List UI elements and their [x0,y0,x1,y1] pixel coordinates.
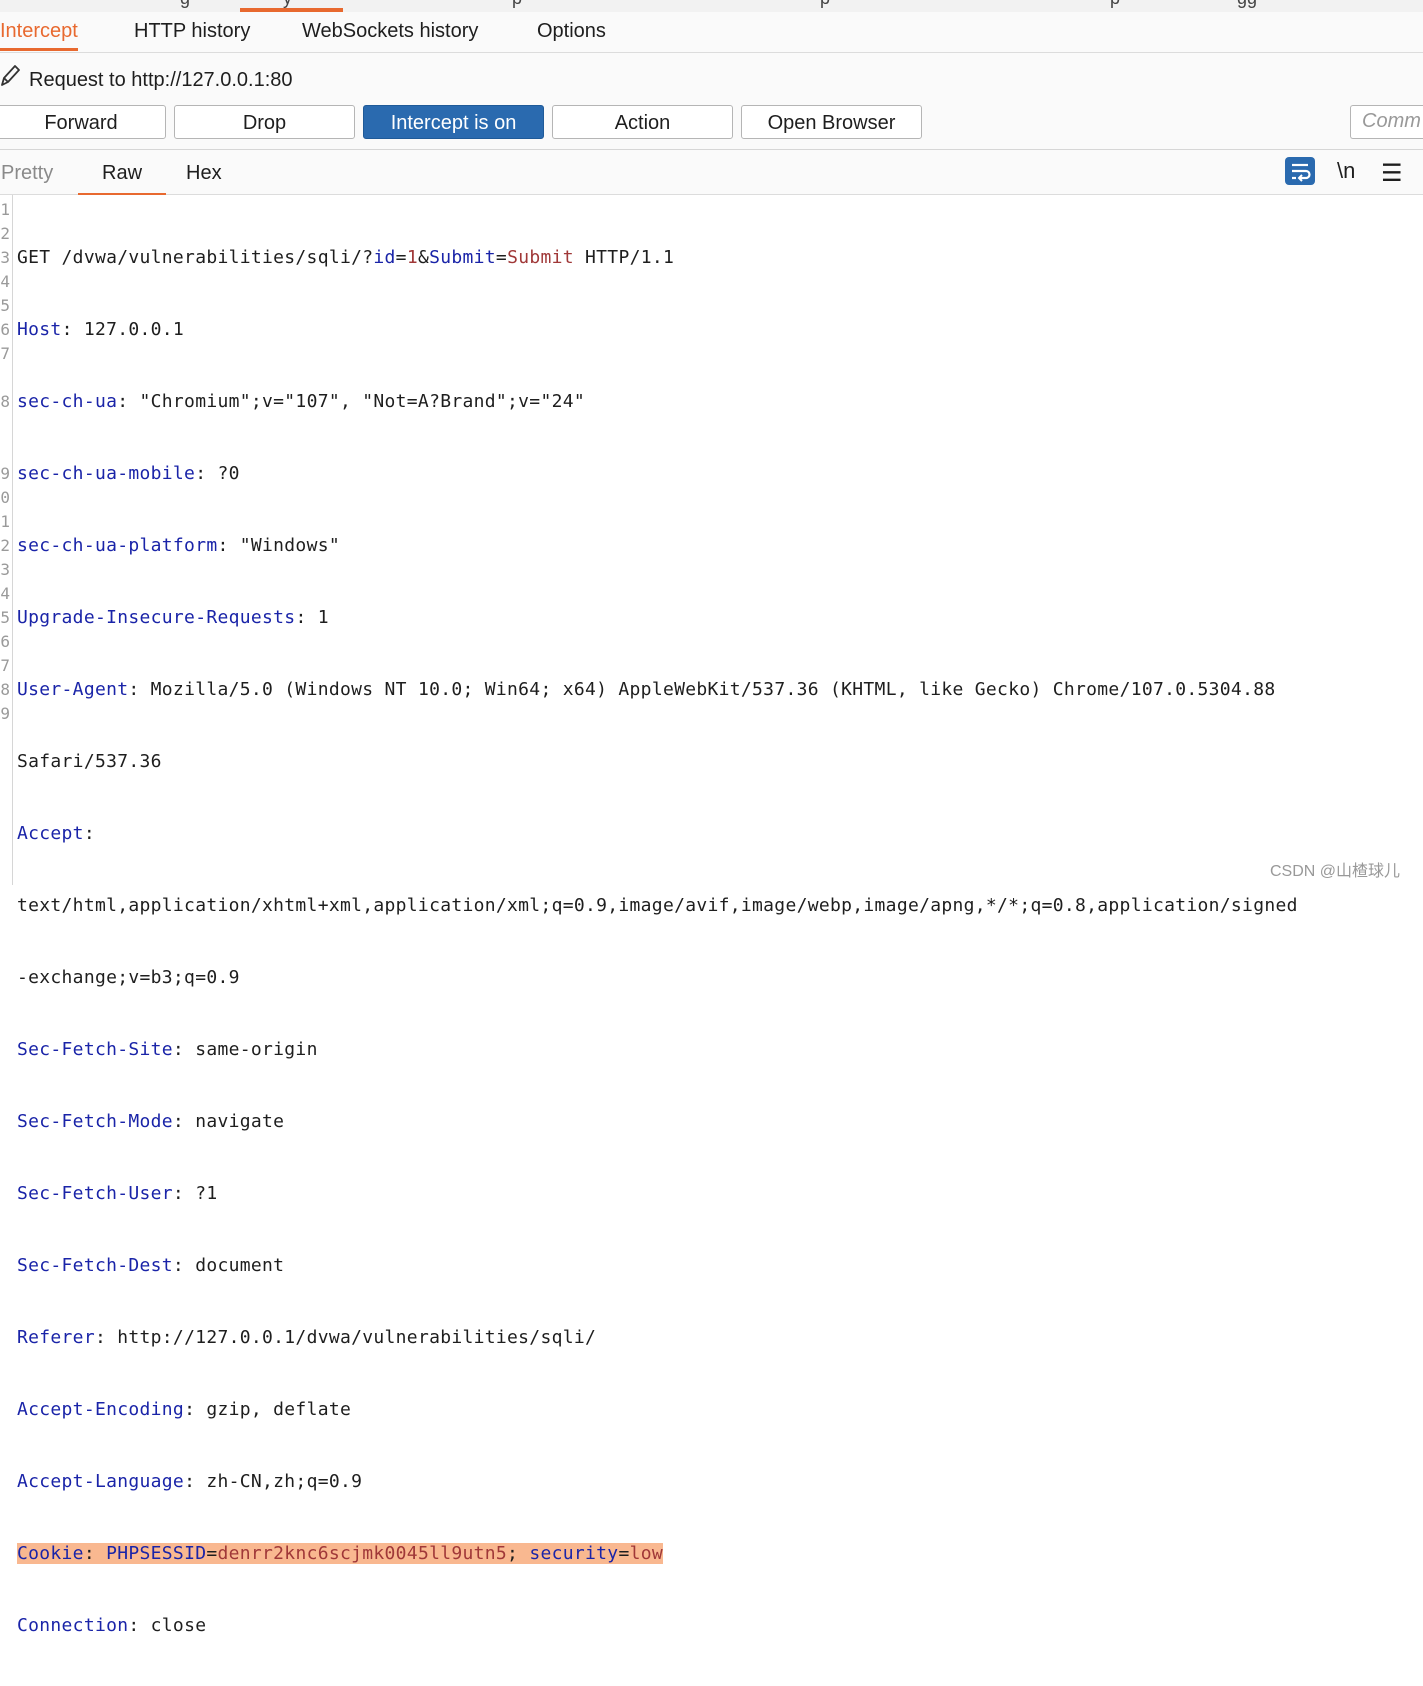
request-target-label: Request to http://127.0.0.1:80 [29,69,293,91]
intercept-toggle-button[interactable]: Intercept is on [363,105,544,139]
line-number: 3 [0,560,10,579]
header-line: Accept-Encoding: gzip, deflate [17,1399,352,1420]
header-line: sec-ch-ua-mobile: ?0 [17,463,240,484]
request-editor[interactable]: 1 2 3 4 5 6 7 8 9 0 1 2 3 4 5 6 7 8 9 GE… [0,195,1423,1636]
header-continuation: Safari/537.36 [17,751,162,772]
line-number: 9 [0,464,10,483]
line-number: 1 [0,512,10,531]
header-line: Connection: close [17,1615,207,1636]
header-line: Referer: http://127.0.0.1/dvwa/vulnerabi… [17,1327,597,1348]
header-continuation: text/html,application/xhtml+xml,applicat… [17,895,1298,916]
proxy-subtabs: Intercept HTTP history WebSockets histor… [0,12,1423,53]
tab-websockets-history[interactable]: WebSockets history [302,12,478,50]
action-button[interactable]: Action [552,105,733,139]
drop-button[interactable]: Drop [174,105,355,139]
header-line: Sec-Fetch-Site: same-origin [17,1039,318,1060]
hamburger-menu-icon[interactable]: ☰ [1381,159,1403,188]
intercept-toolbar: Forward Drop Intercept is on Action Open… [0,101,1423,150]
tab-options[interactable]: Options [537,12,606,50]
line-number: 6 [0,320,10,339]
line-number: 7 [0,344,10,363]
line-number: 3 [0,248,10,267]
main-tab-fragment[interactable]: p [512,0,522,9]
line-number: 5 [0,608,10,627]
main-tab-fragment[interactable]: p [820,0,830,9]
request-text[interactable]: GET /dvwa/vulnerabilities/sqli/?id=1&Sub… [17,198,1417,1686]
main-tab-fragment[interactable]: gg [1237,0,1257,9]
tab-hex[interactable]: Hex [186,162,222,185]
header-line: Host: 127.0.0.1 [17,319,185,340]
pencil-icon [1,65,20,86]
show-newlines-icon[interactable]: \n [1337,158,1355,184]
line-number: 8 [0,680,10,699]
line-number: 0 [0,488,10,507]
line-number: 2 [0,224,10,243]
header-line: sec-ch-ua-platform: "Windows" [17,535,340,556]
line-number: 7 [0,656,10,675]
header-line: Upgrade-Insecure-Requests: 1 [17,607,329,628]
comment-input[interactable]: Comm [1350,105,1423,139]
line-number: 2 [0,536,10,555]
request-line: GET /dvwa/vulnerabilities/sqli/?id=1&Sub… [17,247,675,268]
tab-intercept[interactable]: Intercept [0,12,78,51]
message-view-tabs: Pretty Raw Hex [0,150,1423,196]
line-number: 1 [0,200,10,219]
line-number: 9 [0,704,10,723]
header-line: Accept: [17,823,95,844]
header-line: Accept-Language: zh-CN,zh;q=0.9 [17,1471,363,1492]
line-number: 8 [0,392,10,411]
open-browser-button[interactable]: Open Browser [741,105,922,139]
header-line: Sec-Fetch-User: ?1 [17,1183,218,1204]
watermark: CSDN @山楂球儿 [1270,863,1401,880]
main-tab-fragment[interactable]: p [1110,0,1120,9]
line-number: 4 [0,584,10,603]
header-line: Sec-Fetch-Mode: navigate [17,1111,285,1132]
tab-raw[interactable]: Raw [77,162,167,196]
tab-http-history[interactable]: HTTP history [134,12,250,50]
request-info-bar: Request to http://127.0.0.1:80 [0,53,1423,101]
header-continuation: -exchange;v=b3;q=0.9 [17,967,240,988]
line-number-gutter: 1 2 3 4 5 6 7 8 9 0 1 2 3 4 5 6 7 8 9 [0,195,13,885]
header-line: User-Agent: Mozilla/5.0 (Windows NT 10.0… [17,679,1276,700]
header-line: Sec-Fetch-Dest: document [17,1255,285,1276]
header-line: sec-ch-ua: "Chromium";v="107", "Not=A?Br… [17,391,585,412]
forward-button[interactable]: Forward [0,105,166,139]
cookie-line: Cookie: PHPSESSID=denrr2knc6scjmk0045ll9… [17,1543,663,1564]
line-number: 5 [0,296,10,315]
text-wrap-icon[interactable] [1285,157,1315,185]
line-number: 4 [0,272,10,291]
line-number: 6 [0,632,10,651]
main-tab-fragment[interactable]: y [283,0,292,9]
main-tab-fragment[interactable]: g [180,0,190,9]
tab-pretty[interactable]: Pretty [1,162,53,185]
